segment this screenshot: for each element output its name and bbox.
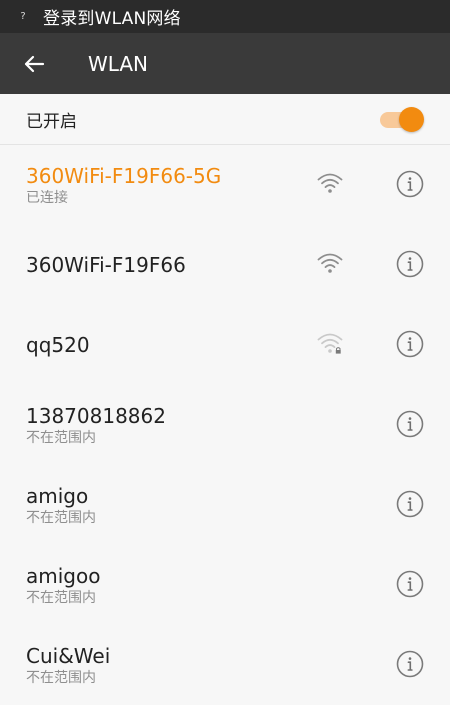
network-name: qq520 bbox=[26, 333, 90, 357]
wlan-toggle-switch[interactable] bbox=[380, 106, 426, 132]
page-title: WLAN bbox=[88, 51, 149, 76]
question-icon: ? bbox=[20, 11, 26, 22]
info-icon[interactable] bbox=[396, 490, 424, 518]
wlan-toggle-row[interactable]: 已开启 bbox=[0, 94, 450, 145]
back-button[interactable] bbox=[12, 42, 56, 86]
network-status: 不在范围内 bbox=[26, 670, 96, 686]
network-name: amigoo bbox=[26, 564, 101, 588]
status-bar: ? 登录到WLAN网络 bbox=[0, 0, 450, 33]
info-icon[interactable] bbox=[396, 250, 424, 278]
network-text: amigo 不在范围内 bbox=[26, 465, 96, 545]
arrow-left-icon bbox=[24, 55, 45, 72]
info-icon[interactable] bbox=[396, 170, 424, 198]
network-text: 360WiFi-F19F66 bbox=[26, 225, 186, 305]
network-row[interactable]: Cui&Wei 不在范围内 bbox=[0, 625, 450, 705]
network-status: 不在范围内 bbox=[26, 510, 96, 526]
network-row[interactable]: 360WiFi-F19F66 bbox=[0, 225, 450, 305]
info-icon[interactable] bbox=[396, 650, 424, 678]
network-status: 不在范围内 bbox=[26, 590, 96, 606]
network-name: Cui&Wei bbox=[26, 644, 111, 668]
wifi-locked-icon bbox=[317, 333, 343, 354]
network-text: amigoo 不在范围内 bbox=[26, 545, 100, 625]
wifi-signal-icon bbox=[317, 253, 343, 273]
toggle-knob bbox=[399, 107, 424, 132]
network-name: 360WiFi-F19F66-5G bbox=[26, 164, 222, 188]
info-icon[interactable] bbox=[396, 330, 424, 358]
network-text: 360WiFi-F19F66-5G 已连接 bbox=[26, 145, 221, 225]
app-bar: WLAN bbox=[0, 33, 450, 94]
info-icon[interactable] bbox=[396, 410, 424, 438]
network-status: 不在范围内 bbox=[26, 430, 96, 446]
network-text: 13870818862 不在范围内 bbox=[26, 385, 166, 465]
network-row[interactable]: qq520 bbox=[0, 305, 450, 385]
wifi-signal-icon bbox=[317, 173, 343, 193]
network-row[interactable]: amigo 不在范围内 bbox=[0, 465, 450, 545]
status-bar-notification-text: 登录到WLAN网络 bbox=[43, 9, 181, 29]
network-name: 360WiFi-F19F66 bbox=[26, 253, 186, 277]
network-text: qq520 bbox=[26, 305, 90, 385]
network-name: amigo bbox=[26, 484, 89, 508]
network-row[interactable]: 13870818862 不在范围内 bbox=[0, 385, 450, 465]
network-status: 已连接 bbox=[26, 190, 68, 206]
network-text: Cui&Wei 不在范围内 bbox=[26, 625, 110, 705]
wlan-toggle-label: 已开启 bbox=[26, 111, 77, 132]
network-row[interactable]: 360WiFi-F19F66-5G 已连接 bbox=[0, 145, 450, 225]
info-icon[interactable] bbox=[396, 570, 424, 598]
network-name: 13870818862 bbox=[26, 404, 166, 428]
network-list: 360WiFi-F19F66-5G 已连接 360WiFi-F19F66 qq520 1… bbox=[0, 145, 450, 705]
network-row[interactable]: amigoo 不在范围内 bbox=[0, 545, 450, 625]
